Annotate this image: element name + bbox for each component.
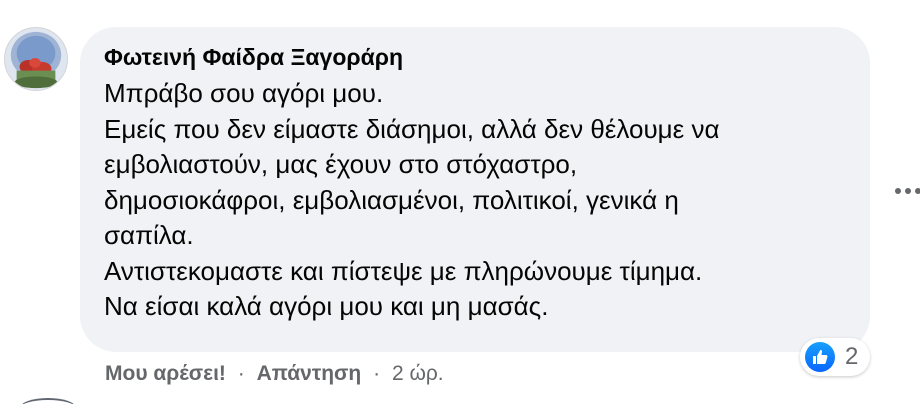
next-comment-avatar-fragment xyxy=(20,398,76,404)
comment-author[interactable]: Φωτεινή Φαίδρα Ξαγοράρη xyxy=(104,42,846,72)
comment-line: δημοσιοκάφροι, εμβολιασμένοι, πολιτικοί,… xyxy=(104,184,679,215)
separator: · xyxy=(237,362,245,385)
comment-actions: Μου αρέσει! · Απάντηση · 2 ώρ. xyxy=(105,359,444,389)
previous-comment-fragment xyxy=(712,0,872,6)
reaction-summary[interactable]: 2 xyxy=(800,338,870,376)
comment-text: Μπράβο σου αγόρι μου. Εμείς που δεν είμα… xyxy=(104,76,846,325)
reply-button[interactable]: Απάντηση xyxy=(257,362,362,385)
avatar[interactable] xyxy=(4,27,68,91)
comment-bubble: Φωτεινή Φαίδρα Ξαγοράρη Μπράβο σου αγόρι… xyxy=(80,27,870,352)
reaction-count: 2 xyxy=(845,343,859,370)
like-icon xyxy=(805,342,835,372)
more-options-icon[interactable] xyxy=(895,186,920,196)
comment-line: Εμείς που δεν είμαστε διάσημοι, αλλά δεν… xyxy=(104,113,720,144)
like-button[interactable]: Μου αρέσει! xyxy=(105,362,226,385)
comment-line: Αντιστεκομαστε και πίστεψε με πληρώνουμε… xyxy=(104,255,703,286)
comment-line: Μπράβο σου αγόρι μου. xyxy=(104,78,384,108)
comment-line: σαπίλα. xyxy=(104,220,194,250)
comment-line: εμβολιαστούν, μας έχουν στο στόχαστρο, xyxy=(104,149,578,179)
avatar-image xyxy=(5,28,67,90)
comment-timestamp[interactable]: 2 ώρ. xyxy=(392,362,444,385)
separator: · xyxy=(373,362,381,385)
comment-thread: Φωτεινή Φαίδρα Ξαγοράρη Μπράβο σου αγόρι… xyxy=(0,0,920,404)
comment-line: Να είσαι καλά αγόρι μου και μη μασάς. xyxy=(104,291,549,321)
